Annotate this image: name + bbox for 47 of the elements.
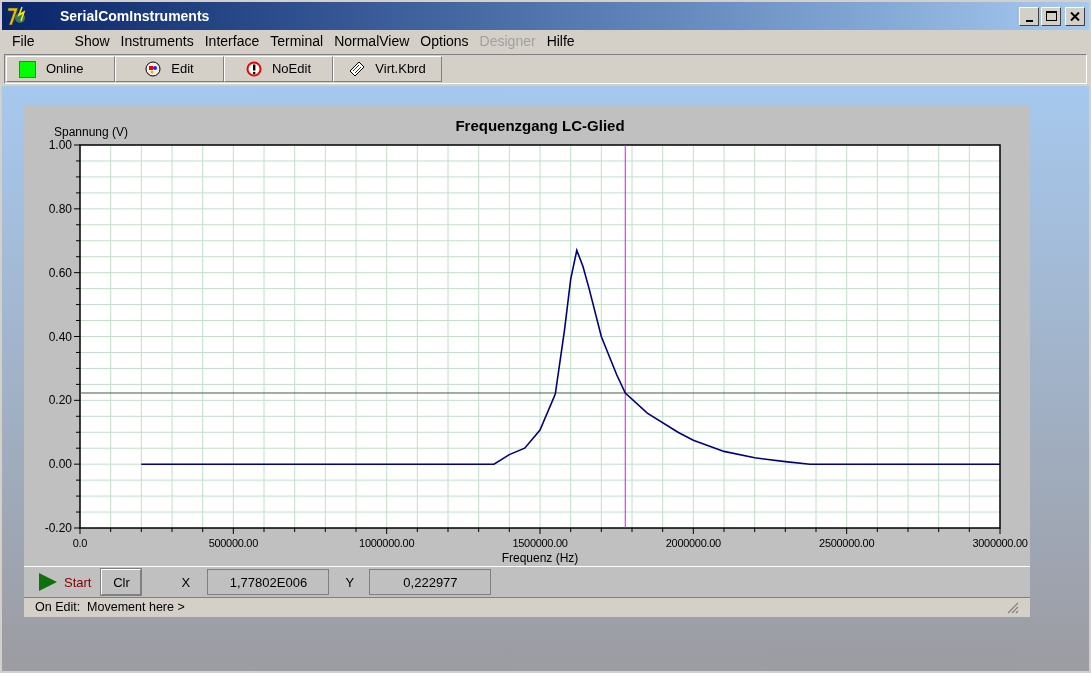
- x-tick-label: 2500000.00: [819, 537, 875, 549]
- menu-item[interactable]: Options: [420, 30, 469, 52]
- y-tick-label: 0.80: [48, 201, 72, 216]
- x-tick-label: 2000000.00: [665, 537, 721, 549]
- resize-grip-icon: [1007, 601, 1019, 614]
- chart-title: Frequenzgang LC-Glied: [455, 117, 625, 134]
- toolbar-button[interactable]: NoEdit: [224, 56, 333, 82]
- menu-item[interactable]: Terminal: [270, 30, 324, 52]
- y-value-field: 0,222977: [369, 569, 492, 596]
- palette-icon: [145, 61, 162, 77]
- menu-item[interactable]: Interface: [204, 30, 260, 52]
- y-tick-label: 0.60: [48, 265, 72, 280]
- window-title: SerialComInstruments: [60, 6, 210, 26]
- x-tick-label: 500000.00: [208, 537, 258, 549]
- keyboard-icon: [349, 61, 366, 77]
- x-tick-label: 0.0: [72, 537, 88, 549]
- y-tick-label: 0.40: [48, 329, 72, 344]
- y-tick-label: 0.00: [48, 457, 72, 472]
- close-button[interactable]: [1065, 6, 1085, 26]
- toolbar-button[interactable]: Virt.Kbrd: [333, 56, 442, 82]
- close-icon: [1070, 11, 1080, 21]
- play-icon: [38, 572, 58, 593]
- menu-item[interactable]: Hilfe: [546, 30, 575, 52]
- y-tick-label: 0.20: [48, 393, 72, 408]
- y-label: Y: [345, 573, 356, 592]
- x-tick-label: 1000000.00: [359, 537, 415, 549]
- y-tick-label: 1.00: [48, 138, 72, 152]
- status-text: On Edit: Movement here >: [35, 599, 185, 617]
- maximize-button[interactable]: [1041, 6, 1061, 26]
- clear-button[interactable]: Clr: [101, 569, 142, 596]
- minimize-button[interactable]: [1019, 6, 1039, 26]
- y-tick-label: -0.20: [44, 521, 72, 535]
- app-logo-icon: [6, 5, 28, 27]
- toolbar-button[interactable]: Online: [6, 56, 115, 82]
- x-value-field: 1,77802E006: [207, 569, 330, 596]
- x-label: X: [181, 573, 192, 592]
- x-tick-label: 3000000.00: [972, 537, 1028, 549]
- x-tick-label: 1500000.00: [512, 537, 568, 549]
- y-axis-title: Spannung (V): [54, 125, 129, 139]
- x-axis-title: Frequenz (Hz): [501, 551, 579, 565]
- menu-item[interactable]: Show: [74, 30, 110, 52]
- menu-item[interactable]: Instruments: [120, 30, 194, 52]
- no-entry-icon: [246, 61, 262, 77]
- menu-item[interactable]: NormalView: [334, 30, 410, 52]
- toolbar-button[interactable]: Edit: [115, 56, 224, 82]
- start-button[interactable]: Start: [38, 572, 92, 593]
- menu-item[interactable]: File: [12, 30, 35, 52]
